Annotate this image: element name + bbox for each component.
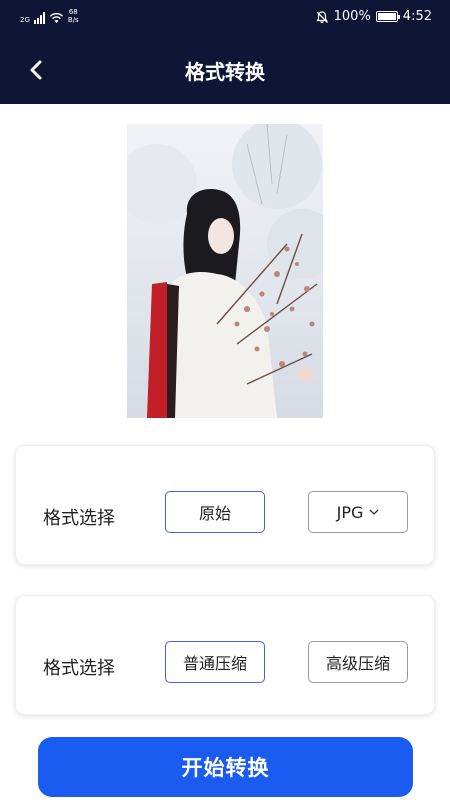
advanced-compress-button[interactable]: 高级压缩: [308, 641, 408, 683]
network-type-tag: 2G: [20, 16, 30, 24]
net-speed: 68 B/s: [68, 8, 79, 24]
start-convert-button[interactable]: 开始转换: [38, 737, 413, 797]
format-card: 格式选择 原始 JPG: [15, 445, 435, 565]
battery-icon: [375, 11, 400, 22]
format-label: 格式选择: [43, 508, 115, 529]
page-title: 格式转换: [185, 60, 265, 84]
original-format-label: 原始: [198, 504, 231, 523]
compress-card: 格式选择 普通压缩 高级压缩: [15, 595, 435, 715]
status-bar: 2G 68 B/s 100% 4:52: [0, 0, 450, 36]
compress-label: 格式选择: [43, 658, 115, 679]
original-format-button[interactable]: 原始: [165, 491, 265, 533]
format-dropdown[interactable]: JPG: [308, 491, 408, 533]
photo-illustration: [127, 124, 323, 418]
net-speed-unit: B/s: [67, 16, 79, 24]
normal-compress-button[interactable]: 普通压缩: [165, 641, 265, 683]
nav-bar: 格式转换: [0, 36, 450, 104]
image-preview: [127, 124, 323, 418]
start-convert-label: 开始转换: [181, 756, 270, 780]
mute-bell-icon: [316, 10, 328, 23]
battery-percent: 100%: [333, 9, 371, 24]
format-dropdown-value: JPG: [336, 502, 364, 522]
wifi-icon: [49, 12, 63, 23]
status-right: 100% 4:52: [315, 9, 432, 24]
chevron-down-icon: [369, 509, 379, 515]
signal-icon: [33, 12, 45, 24]
status-left: 2G 68 B/s: [20, 8, 79, 24]
advanced-compress-label: 高级压缩: [325, 654, 390, 673]
normal-compress-label: 普通压缩: [182, 654, 247, 673]
clock: 4:52: [402, 9, 432, 24]
net-speed-value: 68: [68, 8, 78, 16]
